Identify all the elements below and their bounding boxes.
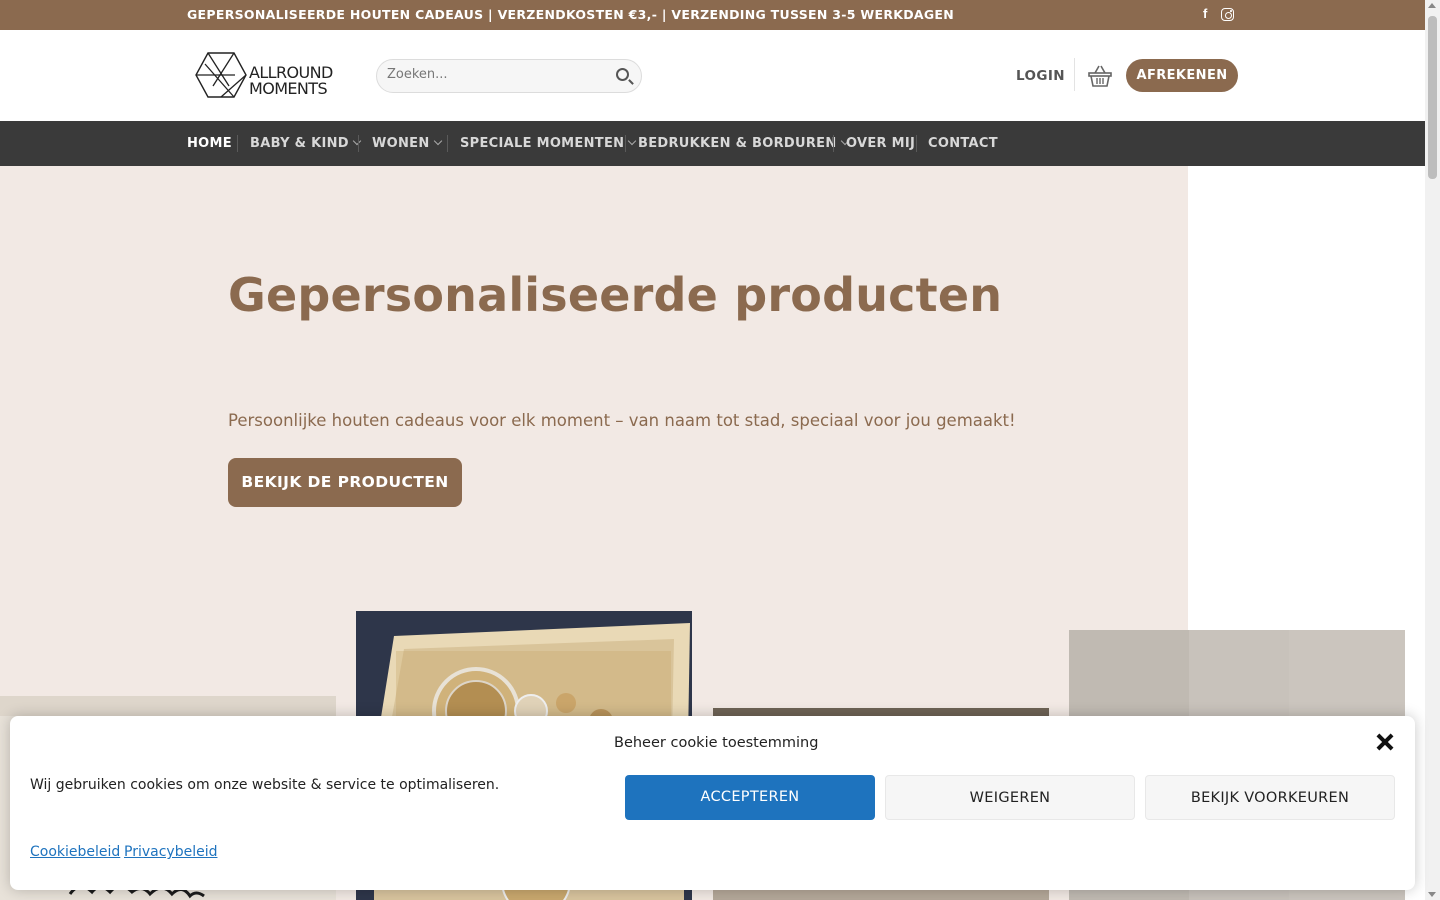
chevron-down-icon bbox=[628, 136, 637, 146]
facebook-icon[interactable]: f bbox=[1203, 6, 1207, 22]
nav-separator bbox=[237, 135, 238, 152]
privacy-policy-link[interactable]: Privacybeleid bbox=[124, 844, 217, 860]
nav-separator bbox=[358, 135, 359, 152]
nav-separator bbox=[447, 135, 448, 152]
hero-subtitle: Persoonlijke houten cadeaus voor elk mom… bbox=[228, 411, 1016, 430]
top-announcement-bar: GEPERSONALISEERDE HOUTEN CADEAUS | VERZE… bbox=[0, 0, 1425, 30]
shipping-message: GEPERSONALISEERDE HOUTEN CADEAUS | VERZE… bbox=[187, 7, 955, 22]
search-input[interactable] bbox=[387, 67, 607, 82]
logo-text-line2: MOMENTS bbox=[249, 79, 328, 98]
nav-item-bedrukken-borduren[interactable]: BEDRUKKEN & BORDUREN bbox=[638, 136, 849, 151]
nav-separator bbox=[916, 135, 917, 152]
nav-item-speciale-momenten[interactable]: SPECIALE MOMENTEN bbox=[460, 136, 637, 151]
cookie-consent-banner: Beheer cookie toestemming Wij gebruiken … bbox=[10, 716, 1415, 890]
chevron-down-icon bbox=[433, 136, 442, 146]
checkout-button[interactable]: AFREKENEN bbox=[1126, 59, 1238, 92]
page-scrollbar[interactable] bbox=[1425, 0, 1440, 900]
scrollbar-thumb[interactable] bbox=[1428, 16, 1437, 179]
hero-title: Gepersonaliseerde producten bbox=[228, 268, 1003, 322]
cookie-policy-link[interactable]: Cookiebeleid bbox=[30, 844, 120, 860]
scroll-up-arrow-icon[interactable] bbox=[1428, 3, 1436, 8]
view-products-button[interactable]: BEKIJK DE PRODUCTEN bbox=[228, 458, 462, 507]
search-box bbox=[376, 59, 642, 93]
nav-item-label: BABY & KIND bbox=[250, 136, 349, 151]
basket-icon[interactable] bbox=[1088, 65, 1112, 87]
nav-item-wonen[interactable]: WONEN bbox=[372, 136, 442, 151]
scroll-down-arrow-icon[interactable] bbox=[1428, 892, 1436, 897]
nav-item-label: SPECIALE MOMENTEN bbox=[460, 136, 625, 151]
deny-cookies-button[interactable]: WEIGEREN bbox=[885, 775, 1135, 820]
nav-item-over-mij[interactable]: OVER MIJ bbox=[846, 136, 915, 151]
chevron-down-icon bbox=[352, 136, 362, 146]
instagram-icon[interactable] bbox=[1221, 8, 1234, 21]
nav-separator bbox=[625, 135, 626, 152]
view-preferences-button[interactable]: BEKIJK VOORKEUREN bbox=[1145, 775, 1395, 820]
accept-cookies-button[interactable]: ACCEPTEREN bbox=[625, 775, 875, 820]
cookie-banner-title: Beheer cookie toestemming bbox=[614, 735, 819, 751]
header-divider bbox=[1074, 58, 1075, 91]
search-icon[interactable] bbox=[616, 68, 629, 81]
nav-item-label: WONEN bbox=[372, 136, 430, 151]
nav-item-label: BEDRUKKEN & BORDUREN bbox=[638, 136, 837, 151]
cookie-message: Wij gebruiken cookies om onze website & … bbox=[30, 777, 500, 793]
nav-item-baby-kind[interactable]: BABY & KIND bbox=[250, 136, 362, 151]
site-logo[interactable]: ALLROUND MOMENTS bbox=[195, 50, 333, 100]
close-icon[interactable] bbox=[1375, 732, 1395, 752]
nav-separator bbox=[833, 135, 834, 152]
main-navigation: HOME BABY & KIND WONEN SPECIALE MOMENTEN… bbox=[0, 121, 1425, 166]
nav-item-contact[interactable]: CONTACT bbox=[928, 136, 998, 151]
login-link[interactable]: LOGIN bbox=[1016, 68, 1065, 84]
logo-hexagon-icon bbox=[195, 52, 247, 98]
nav-item-home[interactable]: HOME bbox=[187, 136, 232, 151]
site-header: ALLROUND MOMENTS LOGIN AFREKENEN bbox=[0, 30, 1425, 121]
